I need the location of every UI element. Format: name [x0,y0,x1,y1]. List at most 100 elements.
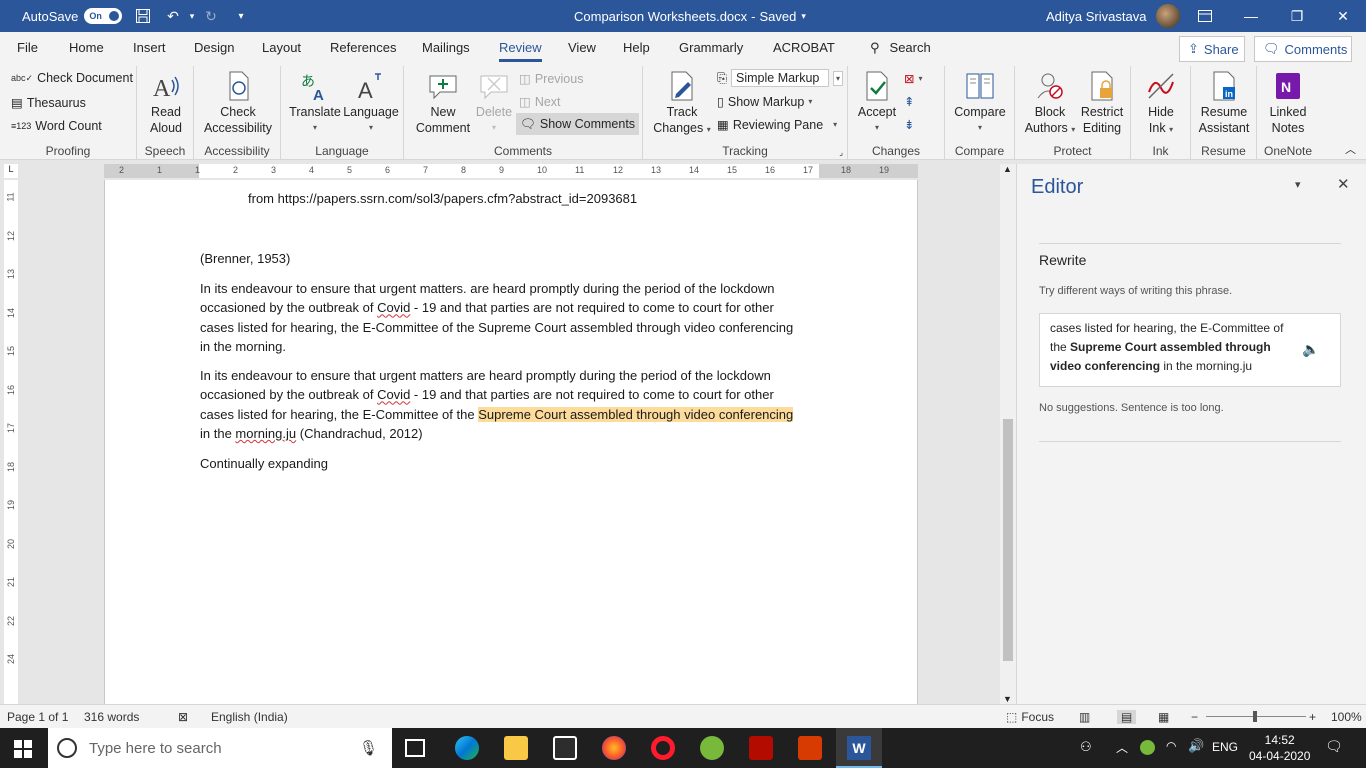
start-button[interactable] [14,740,32,758]
comments-button[interactable]: 🗨 Comments [1254,36,1352,62]
firefox-icon[interactable] [602,736,626,760]
zoom-level[interactable]: 100% [1331,710,1362,724]
restrict-editing-button[interactable]: Restrict Editing [1077,70,1127,136]
vertical-scrollbar[interactable]: ▲ ▼ [1000,164,1016,704]
print-layout-icon[interactable]: ▤ [1117,710,1137,724]
file-explorer-icon[interactable] [504,736,528,760]
notifications-icon[interactable]: 🗨 [1325,738,1343,755]
task-view-icon[interactable] [405,739,425,757]
spelling-error[interactable]: Covid [377,387,410,402]
ribbon-display-options-icon[interactable] [1182,0,1228,32]
avatar[interactable] [1156,4,1181,28]
tab-help[interactable]: Help [623,40,650,55]
show-markup-button[interactable]: ▯ Show Markup ▾ [717,94,812,110]
tab-insert[interactable]: Insert [133,40,166,55]
pane-options-icon[interactable]: ▾ [1295,178,1301,191]
reviewing-pane-button[interactable]: ▦ Reviewing Pane ▾ [717,117,837,133]
utorrent-icon[interactable] [700,736,724,760]
tab-file[interactable]: File [17,40,38,55]
next-change-button[interactable]: ⇟ [904,117,914,132]
customize-qat-icon[interactable]: ▾ [231,6,251,26]
read-aloud-icon[interactable]: 🔈 [1302,340,1319,359]
highlighted-phrase[interactable]: Supreme Court assembled through video co… [478,406,794,422]
resume-assistant-button[interactable]: in Resume Assistant [1195,70,1253,136]
tab-home[interactable]: Home [69,40,104,55]
scroll-up-icon[interactable]: ▲ [1003,164,1012,174]
read-mode-icon[interactable]: ▥ [1079,710,1090,724]
language-button[interactable]: A Language ▾ [343,70,399,136]
wifi-icon[interactable]: ◠ [1166,739,1176,753]
volume-icon[interactable]: 🔊 [1188,738,1204,754]
autosave-toggle[interactable]: On [84,8,123,24]
zoom-out-icon[interactable]: − [1191,710,1198,724]
restore-icon[interactable]: ❐ [1274,0,1320,32]
close-pane-icon[interactable]: ✕ [1337,175,1350,193]
proofing-status-icon[interactable]: ⊠ [178,710,188,724]
redo-icon[interactable]: ↻ [201,6,221,26]
office-icon[interactable] [798,736,822,760]
minimize-icon[interactable]: — [1228,0,1274,32]
document-page[interactable]: from https://papers.ssrn.com/sol3/papers… [104,180,918,704]
new-comment-button[interactable]: New Comment [412,70,474,136]
horizontal-ruler[interactable]: 2 1 1 2 3 4 5 6 7 8 9 10 11 12 13 14 15 16 17 18 19 [104,164,918,178]
tab-design[interactable]: Design [194,40,234,55]
zoom-in-icon[interactable]: + [1309,710,1316,724]
search-box[interactable]: ⚲ Search [870,40,931,56]
word-count[interactable]: 316 words [84,710,139,724]
collapse-ribbon-icon[interactable]: ︿ [1345,141,1356,157]
acrobat-icon[interactable] [749,736,773,760]
check-document-button[interactable]: abc✓ Check Document [11,71,133,85]
tab-review[interactable]: Review [499,40,542,62]
input-language[interactable]: ENG [1212,740,1238,754]
tab-mailings[interactable]: Mailings [422,40,470,55]
hide-ink-button[interactable]: Hide Ink ▾ [1139,70,1183,138]
taskbar-search[interactable]: Type here to search 🎙 [48,728,392,768]
focus-button[interactable]: ⬚ Focus [1006,710,1054,724]
delete-comment-button[interactable]: Delete ▾ [474,70,514,136]
store-icon[interactable] [553,736,577,760]
scroll-down-icon[interactable]: ▼ [1003,694,1012,704]
tab-acrobat[interactable]: ACROBAT [773,40,835,55]
track-changes-button[interactable]: Track Changes ▾ [649,70,715,138]
web-layout-icon[interactable]: ▦ [1158,710,1169,724]
reject-button[interactable]: ⊠ ▾ [904,71,923,86]
people-icon[interactable]: ⚇ [1080,739,1092,755]
tab-grammarly[interactable]: Grammarly [679,40,743,55]
scrollbar-thumb[interactable] [1003,419,1013,661]
opera-icon[interactable] [651,736,675,760]
spelling-error[interactable]: morning.ju [235,426,296,441]
tab-references[interactable]: References [330,40,396,55]
tab-layout[interactable]: Layout [262,40,301,55]
translate-button[interactable]: あA Translate ▾ [289,70,341,136]
clock[interactable]: 14:52 04-04-2020 [1249,732,1310,764]
check-accessibility-button[interactable]: Check Accessibility [200,70,276,136]
utorrent-tray-icon[interactable] [1140,740,1155,755]
spelling-error[interactable]: Covid [377,300,410,315]
show-comments-button[interactable]: 🗨 Show Comments [516,113,640,135]
close-icon[interactable]: ✕ [1320,0,1366,32]
linked-notes-button[interactable]: N Linked Notes [1263,70,1313,136]
zoom-slider[interactable] [1206,711,1306,722]
show-hidden-icons-icon[interactable]: ︿ [1116,739,1128,756]
tab-selector[interactable]: L [4,164,18,178]
read-aloud-button[interactable]: A Read Aloud [145,70,187,136]
markup-mode-select[interactable]: ⎘ Simple Markup ▾ [717,69,844,87]
save-icon[interactable] [133,6,153,26]
word-taskbar-button[interactable]: W [836,728,882,768]
page-count[interactable]: Page 1 of 1 [7,710,68,724]
compare-button[interactable]: Compare ▾ [951,70,1009,136]
block-authors-button[interactable]: Block Authors ▾ [1021,70,1079,138]
accept-button[interactable]: Accept ▾ [854,70,900,136]
previous-change-button[interactable]: ⇞ [904,94,914,109]
language-status[interactable]: English (India) [211,710,288,724]
tab-view[interactable]: View [568,40,596,55]
user-name[interactable]: Aditya Srivastava [1046,9,1146,24]
next-comment-button[interactable]: ◫ Next [519,94,561,110]
dialog-launcher-icon[interactable]: ⌟ [839,148,843,157]
thesaurus-button[interactable]: ▤ Thesaurus [11,95,86,111]
chevron-down-icon[interactable]: ▾ [188,6,196,26]
word-count-button[interactable]: ≡123 Word Count [11,119,102,133]
microphone-icon[interactable]: 🎙 [359,739,378,757]
vertical-ruler[interactable]: 11 12 13 14 15 16 17 18 19 20 21 22 24 [4,180,18,704]
zoom-slider-thumb[interactable] [1253,711,1257,722]
